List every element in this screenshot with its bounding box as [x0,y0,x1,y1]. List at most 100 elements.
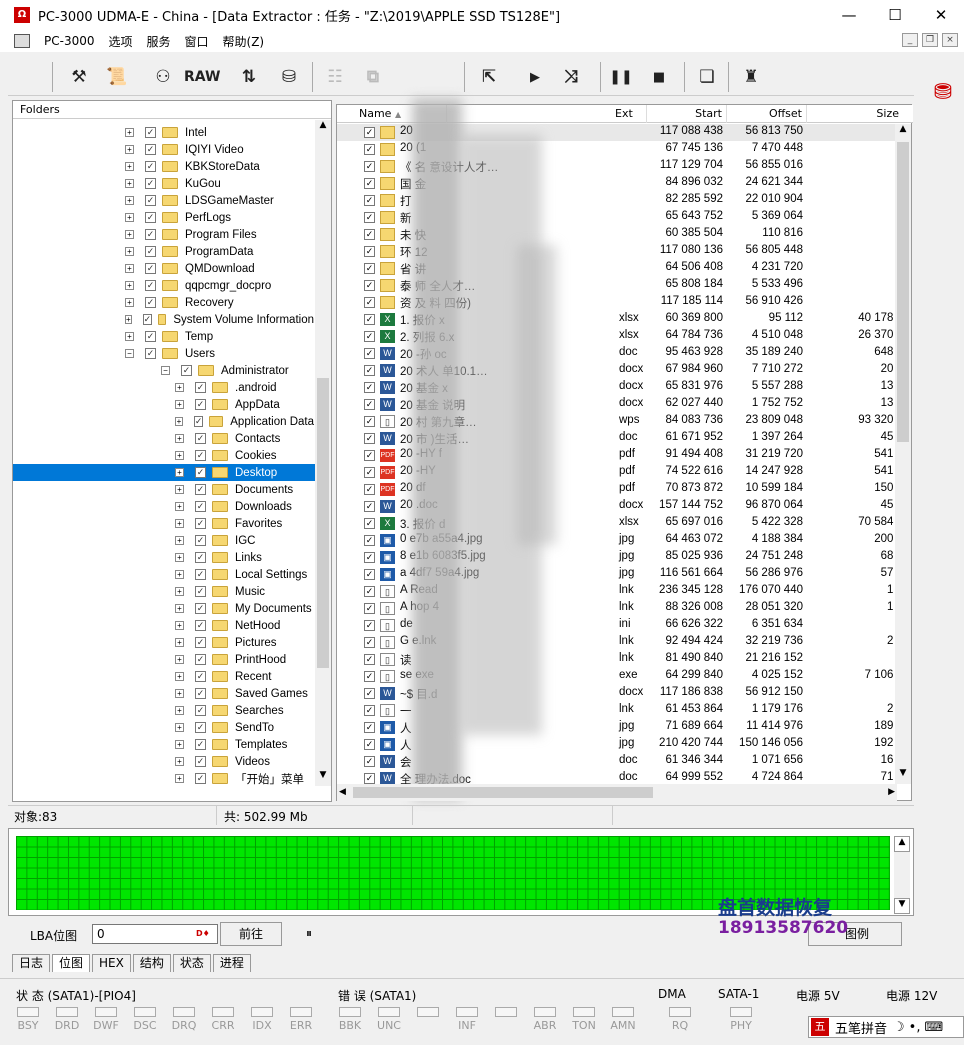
file-checkbox[interactable]: ✓ [364,773,375,784]
expand-toggle-icon[interactable]: + [175,621,184,630]
scroll-down-icon[interactable]: ▼ [315,770,331,786]
copy-icon[interactable]: ❏ [692,62,722,92]
file-checkbox[interactable]: ✓ [364,501,375,512]
folder-tree-item[interactable]: + ✓ Searches [13,702,316,719]
file-checkbox[interactable]: ✓ [364,365,375,376]
folder-checkbox[interactable]: ✓ [195,382,206,393]
folder-checkbox[interactable]: ✓ [145,127,156,138]
expand-toggle-icon[interactable]: + [125,247,134,256]
expand-toggle-icon[interactable]: + [175,689,184,698]
folder-checkbox[interactable]: ✓ [145,195,156,206]
scroll-left-icon[interactable]: ◀ [339,784,346,801]
menu-options[interactable]: 选项 [108,33,132,50]
expand-toggle-icon[interactable]: + [125,332,134,341]
expand-toggle-icon[interactable]: + [175,587,184,596]
expand-toggle-icon[interactable]: + [175,740,184,749]
sort-icon[interactable]: ⇅ [234,62,264,92]
column-ext[interactable]: Ext [611,105,647,123]
folder-checkbox[interactable]: ✓ [195,654,206,665]
folder-checkbox[interactable]: ✓ [195,722,206,733]
expand-toggle-icon[interactable]: + [175,383,184,392]
expand-toggle-icon[interactable]: + [175,400,184,409]
expand-toggle-icon[interactable]: + [175,434,184,443]
scroll-up-icon[interactable]: ▲ [894,836,910,852]
file-checkbox[interactable]: ✓ [364,688,375,699]
export-icon[interactable]: ⇱ [474,62,504,92]
folder-tree-item[interactable]: + ✓ Videos [13,753,316,770]
folder-checkbox[interactable]: ✓ [195,450,206,461]
expand-toggle-icon[interactable]: + [175,774,184,783]
pause-icon[interactable]: ❚❚ [606,62,636,92]
hscroll-thumb[interactable] [353,787,653,798]
file-list-hscrollbar[interactable]: ◀ ▶ [337,784,897,801]
file-checkbox[interactable]: ✓ [364,229,375,240]
folder-checkbox[interactable]: ✓ [181,365,192,376]
column-start[interactable]: Start [647,105,727,123]
file-checkbox[interactable]: ✓ [364,433,375,444]
folder-checkbox[interactable]: ✓ [145,331,156,342]
folder-tree-item[interactable]: + ✓ Downloads [13,498,316,515]
folder-checkbox[interactable]: ✓ [195,705,206,716]
folder-tree-item[interactable]: + ✓ Contacts [13,430,316,447]
scroll-down-icon[interactable]: ▼ [895,768,911,784]
folder-checkbox[interactable]: ✓ [195,620,206,631]
expand-toggle-icon[interactable]: + [125,128,134,137]
folder-checkbox[interactable]: ✓ [195,773,206,784]
moon-icon[interactable]: ☽ [893,1020,905,1035]
file-checkbox[interactable]: ✓ [364,739,375,750]
tab-log[interactable]: 日志 [12,954,51,972]
folder-checkbox[interactable]: ✓ [195,484,206,495]
folder-tree-item[interactable]: + ✓ Documents [13,481,316,498]
folder-checkbox[interactable]: ✓ [195,569,206,580]
maximize-button[interactable]: ☐ [872,0,918,30]
folder-checkbox[interactable]: ✓ [145,348,156,359]
folder-tree-item[interactable]: + ✓ QMDownload [13,260,316,277]
folder-checkbox[interactable]: ✓ [195,518,206,529]
file-checkbox[interactable]: ✓ [364,654,375,665]
expand-toggle-icon[interactable]: + [175,570,184,579]
expand-toggle-icon[interactable]: + [125,213,134,222]
folder-checkbox[interactable]: ✓ [195,688,206,699]
tree-icon[interactable]: ☷ [320,62,350,92]
file-checkbox[interactable]: ✓ [364,144,375,155]
expand-toggle-icon[interactable]: + [175,655,184,664]
folder-tree-item[interactable]: + ✓ KBKStoreData [13,158,316,175]
folder-tree-scrollbar[interactable]: ▲ ▼ [315,120,331,786]
file-checkbox[interactable]: ✓ [364,127,375,138]
menu-help[interactable]: 帮助(Z) [223,33,265,50]
folder-checkbox[interactable]: ✓ [195,603,206,614]
script-icon[interactable]: 📜 [102,62,132,92]
file-checkbox[interactable]: ✓ [364,467,375,478]
expand-toggle-icon[interactable]: + [175,485,184,494]
expand-toggle-icon[interactable]: + [125,196,134,205]
folder-tree-item[interactable]: + ✓ Temp [13,328,316,345]
keyboard-icon[interactable]: ⌨ [924,1020,943,1035]
folder-tree-item[interactable]: − ✓ Administrator [13,362,316,379]
file-checkbox[interactable]: ✓ [364,297,375,308]
pause-button[interactable]: ⏸ [294,922,324,946]
bitmap-scrollbar[interactable]: ▲ ▼ [894,836,910,914]
raw-button[interactable]: RAW [184,62,220,92]
file-checkbox[interactable]: ✓ [364,178,375,189]
folder-tree-item[interactable]: + ✓ Saved Games [13,685,316,702]
folder-checkbox[interactable]: ✓ [145,280,156,291]
file-checkbox[interactable]: ✓ [364,195,375,206]
file-checkbox[interactable]: ✓ [364,518,375,529]
folder-checkbox[interactable]: ✓ [145,246,156,257]
folder-tree-item[interactable]: + ✓ Intel [13,124,316,141]
file-checkbox[interactable]: ✓ [364,450,375,461]
folder-tree-item[interactable]: + ✓ .android [13,379,316,396]
file-checkbox[interactable]: ✓ [364,637,375,648]
folder-tree-item[interactable]: + ✓ IQIYI Video [13,141,316,158]
expand-toggle-icon[interactable]: + [175,536,184,545]
file-checkbox[interactable]: ✓ [364,382,375,393]
folder-checkbox[interactable]: ✓ [145,178,156,189]
mdi-close-button[interactable]: × [942,33,958,47]
folder-tree-item[interactable]: + ✓ KuGou [13,175,316,192]
folder-tree-item[interactable]: + ✓ Favorites [13,515,316,532]
folder-tree-item[interactable]: + ✓ LDSGameMaster [13,192,316,209]
folder-tree-item[interactable]: + ✓ qqpcmgr_docpro [13,277,316,294]
expand-toggle-icon[interactable]: + [125,179,134,188]
file-checkbox[interactable]: ✓ [364,331,375,342]
stop-icon[interactable]: ■ [644,62,674,92]
